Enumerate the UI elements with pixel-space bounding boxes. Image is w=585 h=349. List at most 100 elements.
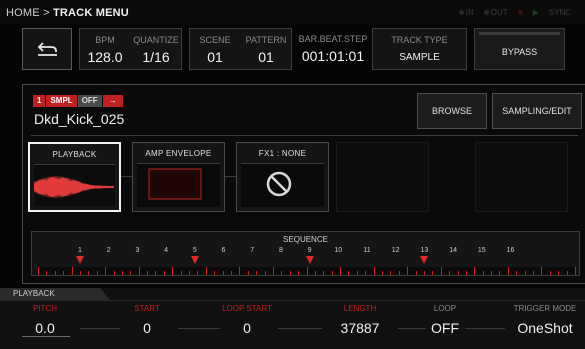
ruler-tick <box>113 271 115 275</box>
ruler-tick <box>197 271 199 275</box>
scene-pattern-group: SCENE 01 PATTERN 01 <box>189 28 292 70</box>
quantize-field[interactable]: QUANTIZE 1/16 <box>130 29 182 69</box>
ruler-tick <box>38 267 39 275</box>
param-pitch[interactable]: PITCH 0.0 <box>5 304 85 336</box>
ruler-tick <box>63 271 65 275</box>
ruler-tick <box>432 271 434 275</box>
ruler-tick <box>205 267 207 275</box>
bar-beat-step: BAR.BEAT.STEP 001:01:01 <box>298 28 368 70</box>
track-type-label: TRACK TYPE <box>391 35 448 45</box>
ruler-tick <box>566 271 568 275</box>
ruler-tick <box>264 271 266 275</box>
param-label: LOOP <box>433 304 457 313</box>
sync-indicator: SYNC <box>548 8 571 17</box>
bpm-field[interactable]: BPM 128.0 <box>80 29 130 69</box>
param-loop[interactable]: LOOP OFF <box>420 304 470 336</box>
ruler-tick <box>272 267 274 275</box>
ruler-tick <box>314 271 316 275</box>
amp-envelope-module[interactable]: AMP ENVELOPE <box>132 142 225 212</box>
ruler-tick <box>189 271 191 275</box>
back-button[interactable] <box>22 28 72 70</box>
status-indicators: IN OUT ▶ SYNC <box>458 8 571 17</box>
ruler-tick <box>256 271 258 275</box>
playback-module-label: PLAYBACK <box>52 150 97 159</box>
pitch-underline <box>22 336 70 337</box>
step-trigger-marker[interactable] <box>190 256 199 264</box>
param-loop-start[interactable]: LOOP START 0 <box>207 304 287 336</box>
step-trigger-marker[interactable] <box>420 256 429 264</box>
ruler-tick <box>407 267 409 275</box>
param-label: LOOP START <box>222 304 272 313</box>
connector <box>80 328 120 329</box>
param-value: OFF <box>431 320 459 336</box>
fx1-module[interactable]: FX1 : NONE <box>236 142 329 212</box>
waveform-icon <box>34 175 114 199</box>
ruler-tick <box>524 271 526 275</box>
ruler-tick <box>373 267 375 275</box>
breadcrumb-current: TRACK MENU <box>52 7 129 19</box>
track-panel: 1 SMPL OFF → Dkd_Kick_025 BROWSE SAMPLIN… <box>22 84 585 284</box>
ruler-tick <box>239 267 241 275</box>
step-trigger-marker[interactable] <box>305 256 314 264</box>
step-number: 8 <box>278 247 283 254</box>
ruler-tick <box>482 271 484 275</box>
ruler-tick <box>382 271 384 275</box>
ruler-tick <box>541 267 543 275</box>
step-trigger-marker[interactable] <box>76 256 84 264</box>
pattern-field[interactable]: PATTERN 01 <box>240 29 292 69</box>
ruler-tick <box>172 267 174 275</box>
divider <box>0 300 585 301</box>
sequence-strip[interactable]: SEQUENCE 1 2 3 4 5 6 7 8 9 10 11 12 13 14 15 16 <box>31 231 580 276</box>
ruler-tick <box>147 271 149 275</box>
playback-tab[interactable]: PLAYBACK <box>0 288 110 300</box>
step-number: 10 <box>334 247 343 254</box>
connector <box>465 328 505 329</box>
breadcrumb: HOME > TRACK MENU <box>6 7 129 19</box>
ruler-tick <box>533 271 535 275</box>
ruler-tick <box>289 271 291 275</box>
step-number: 14 <box>449 247 457 254</box>
parameter-bar: PLAYBACK PITCH 0.0 START 0 LOOP START 0 LENGTH… <box>0 288 585 349</box>
scene-field[interactable]: SCENE 01 <box>190 29 240 69</box>
step-number: 4 <box>164 247 169 254</box>
ruler-tick <box>130 271 132 275</box>
step-number: 9 <box>307 247 312 254</box>
step-number: 1 <box>78 247 82 254</box>
ruler-tick <box>323 271 325 275</box>
param-start[interactable]: START 0 <box>117 304 177 336</box>
sequence-ruler <box>38 267 576 275</box>
ruler-tick <box>230 271 232 275</box>
ruler-tick <box>340 267 342 275</box>
track-type-badge: SMPL <box>46 95 77 107</box>
track-state-badge[interactable]: OFF <box>77 95 102 107</box>
breadcrumb-home[interactable]: HOME <box>6 7 40 19</box>
quantize-label: QUANTIZE <box>133 35 179 45</box>
ruler-tick <box>180 271 182 275</box>
param-value: 37887 <box>340 320 380 336</box>
ruler-tick <box>214 271 216 275</box>
step-number: 2 <box>106 247 111 254</box>
ruler-tick <box>105 267 107 275</box>
ruler-tick <box>516 271 518 275</box>
connector <box>278 328 322 329</box>
playback-module[interactable]: PLAYBACK <box>28 142 121 212</box>
bypass-button[interactable]: BYPASS <box>474 28 565 70</box>
waveform-view <box>34 164 115 206</box>
bpm-value: 128.0 <box>87 49 123 65</box>
param-trigger-mode[interactable]: TRIGGER MODE OneShot <box>505 304 585 336</box>
bpm-label: BPM <box>95 35 115 45</box>
ruler-tick <box>398 271 400 275</box>
param-length[interactable]: LENGTH 37887 <box>325 304 395 336</box>
quantize-value: 1/16 <box>142 49 170 65</box>
divider <box>31 135 578 136</box>
ruler-tick <box>121 271 123 275</box>
ruler-tick <box>356 271 358 275</box>
scene-value: 01 <box>207 49 223 65</box>
sampling-edit-button[interactable]: SAMPLING/EDIT <box>492 93 582 129</box>
ruler-tick <box>457 271 459 275</box>
browse-button[interactable]: BROWSE <box>417 93 487 129</box>
track-type-field[interactable]: TRACK TYPE SAMPLE <box>372 28 467 70</box>
midi-in-indicator: IN <box>458 8 474 17</box>
fx1-label: FX1 : NONE <box>258 149 307 158</box>
param-label: TRIGGER MODE <box>513 304 577 313</box>
